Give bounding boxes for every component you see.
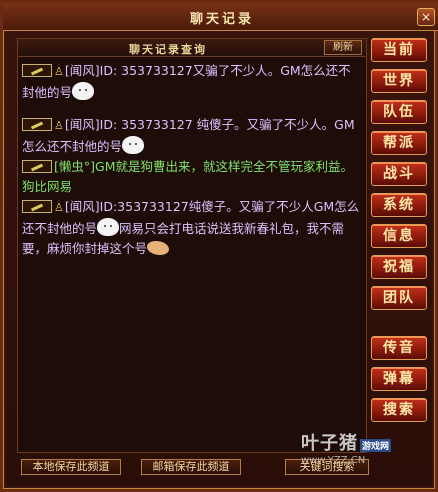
channel-nav: 当前 世界 队伍 帮派 战斗 系统 信息 祝福 团队 [371,38,433,317]
person-icon: ♙ [54,65,64,78]
emote-ghost-icon [122,136,145,154]
window-title: 聊天记录 [189,12,254,27]
message-sender[interactable]: [闻风] [65,63,100,78]
chat-message: ♙[闻风]ID: 353733127 纯傻子。又骗了不少人。GM怎么还不封他的号 [22,115,362,157]
tab-battle[interactable]: 战斗 [371,162,427,186]
emote-ghost-icon [97,218,120,236]
close-button[interactable]: × [417,8,435,26]
search-button[interactable]: 搜索 [371,398,427,422]
refresh-button[interactable]: 刷新 [324,40,362,55]
title-bar[interactable]: 聊天记录 × [3,3,438,31]
tab-current[interactable]: 当前 [371,38,427,62]
channel-tag-icon [22,160,52,173]
watermark-url: www.YZZ.CN [301,455,366,466]
emote-handshake-icon [147,241,170,255]
channel-tag-icon [22,118,52,131]
watermark-sub: 游戏网 [360,439,392,452]
chat-header-title: 聊天记录查询 [129,43,207,56]
mail-save-button[interactable]: 邮箱保存此频道 [141,459,241,475]
tab-info[interactable]: 信息 [371,224,427,248]
chat-header: 聊天记录查询 刷新 [18,39,366,57]
tab-team[interactable]: 队伍 [371,100,427,124]
barrage-button[interactable]: 弹幕 [371,367,427,391]
chat-messages[interactable]: ♙[闻风]ID: 353733127又骗了不少人。GM怎么还不封他的号 ♙[闻风… [22,61,362,451]
site-watermark: 叶子猪 游戏网 www.YZZ.CN [301,429,431,469]
chat-message: [懒虫°]GM就是狗曹出来，就这样完全不管玩家利益。狗比网易 [22,157,362,197]
tab-guild[interactable]: 帮派 [371,131,427,155]
tab-blessing[interactable]: 祝福 [371,255,427,279]
tab-system[interactable]: 系统 [371,193,427,217]
channel-tag-icon [22,200,52,213]
local-save-button[interactable]: 本地保存此频道 [21,459,121,475]
emote-ghost-icon [72,82,95,100]
person-icon: ♙ [54,119,64,132]
message-sender[interactable]: [闻风] [65,117,100,132]
person-icon: ♙ [54,201,64,214]
action-nav: 传音 弹幕 搜索 [371,336,433,429]
chat-panel: 聊天记录查询 刷新 ♙[闻风]ID: 353733127又骗了不少人。GM怎么还… [17,38,367,453]
message-sender[interactable]: [闻风] [65,199,100,214]
watermark-main: 叶子猪 [301,433,358,454]
chat-message: ♙[闻风]ID:353733127纯傻子。又骗了不少人GM怎么还不封他的号 网易只… [22,197,362,259]
chat-log-window: 聊天记录 × 聊天记录查询 刷新 ♙[闻风]ID: 353733127又骗了不少… [0,0,438,492]
tab-world[interactable]: 世界 [371,69,427,93]
chat-message: ♙[闻风]ID: 353733127又骗了不少人。GM怎么还不封他的号 [22,61,362,103]
broadcast-button[interactable]: 传音 [371,336,427,360]
message-sender[interactable]: [懒虫°] [54,159,95,174]
channel-tag-icon [22,64,52,77]
tab-group[interactable]: 团队 [371,286,427,310]
